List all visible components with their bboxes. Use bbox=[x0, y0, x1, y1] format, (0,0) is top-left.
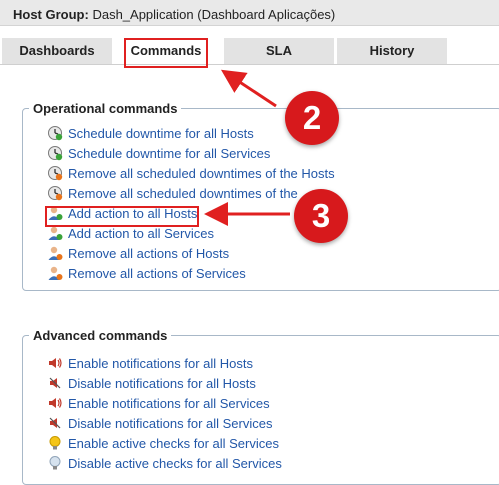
user-remove-icon bbox=[47, 245, 63, 261]
host-group-value: Dash_Application (Dashboard Aplicações) bbox=[92, 7, 336, 22]
advanced-command-label[interactable]: Enable active checks for all Services bbox=[68, 436, 279, 451]
advanced-command-label[interactable]: Disable active checks for all Services bbox=[68, 456, 282, 471]
advanced-command-label[interactable]: Enable notifications for all Services bbox=[68, 396, 270, 411]
tab-divider bbox=[0, 64, 499, 65]
operational-command-label[interactable]: Remove all scheduled downtimes of the Ho… bbox=[68, 166, 335, 181]
speaker-off-icon bbox=[47, 375, 63, 391]
advanced-command-0[interactable]: Enable notifications for all Hosts bbox=[47, 353, 282, 373]
tab-bar: Dashboards Commands SLA History bbox=[0, 38, 499, 64]
operational-commands-legend: Operational commands bbox=[29, 101, 182, 116]
operational-command-label[interactable]: Remove all scheduled downtimes of the bbox=[68, 186, 298, 201]
advanced-commands-group: Advanced commands Enable notifications f… bbox=[22, 328, 499, 485]
operational-commands-group: Operational commands Schedule downtime f… bbox=[22, 101, 499, 291]
advanced-command-4[interactable]: Enable active checks for all Services bbox=[47, 433, 282, 453]
user-add-icon bbox=[47, 225, 63, 241]
operational-command-3[interactable]: Remove all scheduled downtimes of the bbox=[47, 183, 335, 203]
clock-icon bbox=[47, 125, 63, 141]
clock-icon bbox=[47, 145, 63, 161]
commands-tab-highlight bbox=[124, 38, 208, 68]
operational-command-label[interactable]: Add action to all Services bbox=[68, 226, 214, 241]
host-group-label: Host Group: bbox=[13, 7, 89, 22]
arrow-to-commands-tab bbox=[220, 69, 277, 108]
operational-command-2[interactable]: Remove all scheduled downtimes of the Ho… bbox=[47, 163, 335, 183]
advanced-commands-legend: Advanced commands bbox=[29, 328, 172, 343]
clock-remove-icon bbox=[47, 185, 63, 201]
operational-command-list: Schedule downtime for all Hosts Schedule … bbox=[47, 123, 335, 283]
user-remove-icon bbox=[47, 265, 63, 281]
advanced-command-label[interactable]: Disable notifications for all Services bbox=[68, 416, 272, 431]
tab-sla[interactable]: SLA bbox=[224, 38, 334, 64]
operational-command-label[interactable]: Remove all actions of Services bbox=[68, 266, 246, 281]
bulb-off-icon bbox=[47, 455, 63, 471]
advanced-command-2[interactable]: Enable notifications for all Services bbox=[47, 393, 282, 413]
advanced-command-label[interactable]: Disable notifications for all Hosts bbox=[68, 376, 256, 391]
step-badge-2: 2 bbox=[285, 91, 339, 145]
advanced-command-5[interactable]: Disable active checks for all Services bbox=[47, 453, 282, 473]
add-action-highlight bbox=[45, 206, 199, 227]
host-group-header: Host Group: Dash_Application (Dashboard … bbox=[0, 0, 499, 26]
operational-command-7[interactable]: Remove all actions of Services bbox=[47, 263, 335, 283]
advanced-command-1[interactable]: Disable notifications for all Hosts bbox=[47, 373, 282, 393]
bulb-on-icon bbox=[47, 435, 63, 451]
advanced-command-list: Enable notifications for all Hosts Disabl… bbox=[47, 353, 282, 473]
speaker-off-icon bbox=[47, 415, 63, 431]
operational-command-label[interactable]: Schedule downtime for all Services bbox=[68, 146, 270, 161]
tab-history[interactable]: History bbox=[337, 38, 447, 64]
speaker-on-icon bbox=[47, 355, 63, 371]
clock-remove-icon bbox=[47, 165, 63, 181]
advanced-command-3[interactable]: Disable notifications for all Services bbox=[47, 413, 282, 433]
tab-dashboards[interactable]: Dashboards bbox=[2, 38, 112, 64]
operational-command-1[interactable]: Schedule downtime for all Services bbox=[47, 143, 335, 163]
operational-command-label[interactable]: Remove all actions of Hosts bbox=[68, 246, 229, 261]
speaker-on-icon bbox=[47, 395, 63, 411]
advanced-command-label[interactable]: Enable notifications for all Hosts bbox=[68, 356, 253, 371]
operational-command-6[interactable]: Remove all actions of Hosts bbox=[47, 243, 335, 263]
operational-command-label[interactable]: Schedule downtime for all Hosts bbox=[68, 126, 254, 141]
step-badge-3: 3 bbox=[294, 189, 348, 243]
